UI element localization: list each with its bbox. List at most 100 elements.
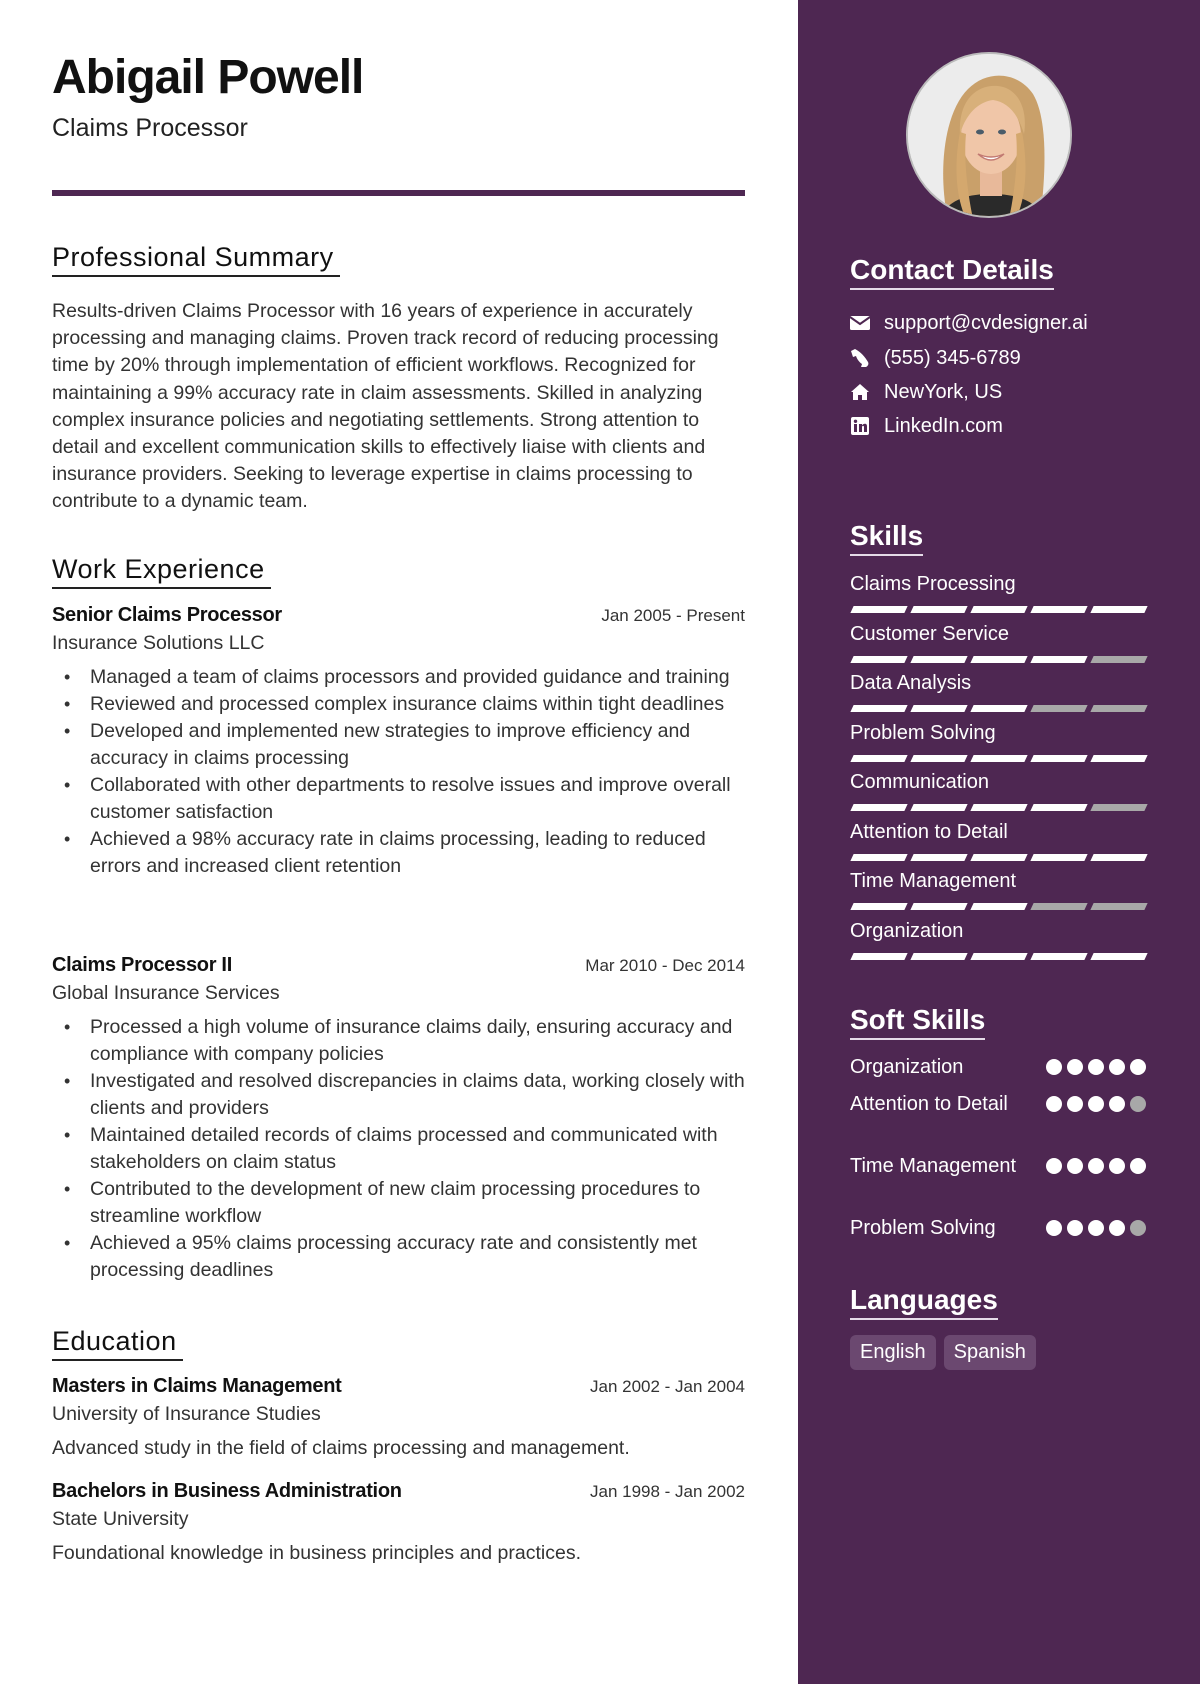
job-company: Insurance Solutions LLC [52,632,265,654]
skill-segment-filled [910,705,968,712]
skill-segment-filled [970,754,1028,762]
rating-dot-filled [1109,1220,1125,1236]
rating-dot-filled [1046,1096,1062,1112]
skill-segment-filled [910,903,968,910]
skill-segment-filled [850,705,908,712]
rating-dot-filled [1130,1158,1146,1174]
skill-label: Customer Service [850,622,1009,645]
job-bullet: Collaborated with other departments to r… [52,772,745,826]
skill-item: Claims Processing [850,572,1148,613]
rating-dot-filled [1088,1096,1104,1112]
rating-dot-filled [1067,1059,1083,1075]
phone-text: (555) 345-6789 [884,346,1021,369]
skill-segment-filled [1030,804,1088,811]
job-title: Senior Claims Processor [52,604,282,626]
skill-segment-filled [1090,952,1148,960]
soft-skill-label: Organization [850,1056,964,1078]
email-text: support@cvdesigner.ai [884,311,1088,334]
education-date: Jan 1998 - Jan 2002 [589,1482,745,1501]
home-icon [850,382,870,402]
summary-heading: Professional Summary [52,242,340,277]
soft-skill-rating [1046,1158,1146,1174]
skill-segment-filled [970,804,1028,811]
skill-segment-filled [970,705,1028,712]
job-bullet: Investigated and resolved discrepancies … [52,1068,745,1122]
skill-segment-filled [850,655,908,663]
skill-segment-filled [970,853,1028,861]
skill-segment-filled [970,655,1028,663]
skill-label: Problem Solving [850,721,996,744]
skill-level-bar [850,705,1148,712]
soft-skill-item: Time Management [850,1153,1146,1180]
contact-linkedin[interactable]: LinkedIn.com [850,412,1003,440]
soft-skill-rating [1046,1059,1146,1075]
languages-heading: Languages [850,1284,998,1320]
rating-dot-empty [1130,1220,1146,1236]
contact-location: NewYork, US [850,378,1002,406]
job-title: Claims Processor II [52,954,232,976]
degree-title: Bachelors in Business Administration [52,1480,402,1502]
skill-segment-filled [970,952,1028,960]
skill-segment-filled [850,903,908,910]
contact-email[interactable]: support@cvdesigner.ai [850,309,1088,337]
skills-heading: Skills [850,520,924,556]
soft-skill-item: Attention to Detail [850,1091,1146,1118]
rating-dot-filled [1067,1158,1083,1174]
location-text: NewYork, US [884,380,1003,403]
skill-item: Communication [850,770,1148,811]
skill-item: Data Analysis [850,671,1148,712]
language-tag: English [850,1335,936,1370]
rating-dot-filled [1046,1220,1062,1236]
resume-page: Abigail Powell Claims Processor Professi… [0,0,1200,1684]
skill-label: Claims Processing [850,573,1016,595]
skill-segment-filled [910,804,968,811]
job-entry: Claims Processor II Mar 2010 - Dec 2014 … [52,954,745,1284]
job-bullet: Contributed to the development of new cl… [52,1176,745,1230]
skill-item: Customer Service [850,622,1148,663]
job-bullets: Processed a high volume of insurance cla… [52,1014,745,1284]
skill-item: Organization [850,919,1148,960]
rating-dot-filled [1088,1158,1104,1174]
job-bullets: Managed a team of claims processors and … [52,664,745,880]
education-entry: Masters in Claims Management Jan 2002 - … [52,1375,745,1462]
skill-segment-empty [1090,705,1148,712]
soft-skill-rating [1046,1096,1146,1112]
rating-dot-filled [1067,1096,1083,1112]
skill-label: Communication [850,771,989,793]
skill-level-bar [850,853,1148,861]
education-entry: Bachelors in Business Administration Jan… [52,1480,745,1567]
skill-level-bar [850,903,1148,910]
job-entry: Senior Claims Processor Jan 2005 - Prese… [52,604,745,880]
school-name: State University [52,1508,189,1530]
rating-dot-filled [1109,1096,1125,1112]
skill-label: Time Management [850,870,1016,892]
phone-icon [850,348,870,368]
skill-segment-filled [850,606,908,613]
skill-segment-filled [850,804,908,811]
experience-heading: Work Experience [52,554,271,589]
skill-segment-empty [1090,903,1148,910]
skill-segment-filled [910,853,968,861]
job-bullet: Managed a team of claims processors and … [52,664,745,691]
skill-segment-filled [1030,754,1088,762]
skill-segment-filled [1090,606,1148,613]
skill-segment-filled [850,754,908,762]
education-date: Jan 2002 - Jan 2004 [589,1377,745,1396]
education-heading: Education [52,1326,183,1361]
soft-skill-item: Problem Solving [850,1215,1146,1242]
rating-dot-filled [1109,1059,1125,1075]
skill-segment-filled [1030,655,1088,663]
skill-segment-empty [1090,655,1148,663]
contact-phone[interactable]: (555) 345-6789 [850,344,1021,372]
envelope-icon [850,313,870,333]
skill-segment-filled [1030,853,1088,861]
skill-item: Problem Solving [850,721,1148,762]
skill-level-bar [850,754,1148,762]
education-description: Advanced study in the field of claims pr… [52,1437,630,1459]
skill-segment-filled [970,606,1028,613]
job-company: Global Insurance Services [52,982,280,1004]
skill-segment-filled [850,952,908,960]
skill-segment-filled [850,853,908,861]
school-name: University of Insurance Studies [52,1403,321,1425]
header-divider [52,190,745,196]
